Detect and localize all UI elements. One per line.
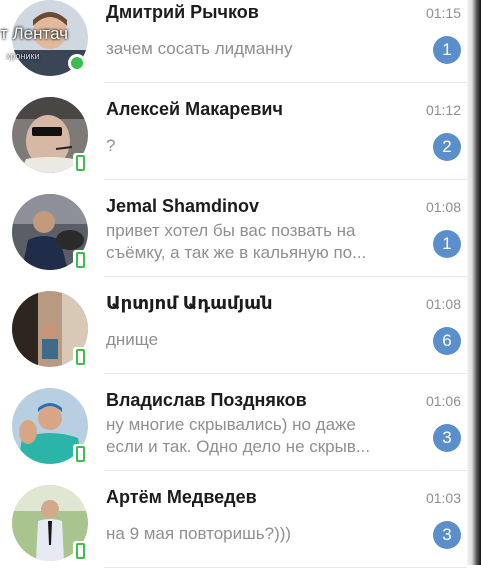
avatar [12, 194, 88, 270]
chat-time: 01:06 [425, 393, 461, 409]
chat-preview: ? [106, 136, 116, 155]
chat-time: 01:08 [425, 199, 461, 215]
chat-list: Дмитрий Рычков 01:15 зачем сосать лидман… [0, 0, 467, 568]
chat-preview-line: ну многие скрывались) но даже [106, 415, 356, 434]
chat-name: Алексей Макаревич [106, 99, 283, 119]
unread-badge: 3 [433, 521, 461, 549]
chat-time: 01:08 [425, 296, 461, 312]
chat-preview: днище [106, 330, 159, 349]
chat-preview: привет хотел бы вас позвать на съёмку, а… [106, 220, 414, 264]
mobile-status-icon [73, 541, 87, 560]
mobile-status-icon [73, 444, 87, 463]
unread-badge: 2 [433, 133, 461, 161]
chat-preview: ну многие скрывались) но даже если и так… [106, 414, 414, 458]
chat-row[interactable]: Jemal Shamdinov 01:08 привет хотел бы ва… [0, 180, 467, 277]
chat-name: Владислав Поздняков [106, 390, 307, 410]
right-edge-shadow [467, 0, 481, 565]
avatar [12, 291, 88, 367]
avatar [12, 97, 88, 173]
mobile-status-icon [73, 347, 87, 366]
chat-time: 01:12 [425, 102, 461, 118]
unread-badge: 1 [433, 230, 461, 258]
unread-badge: 6 [433, 327, 461, 355]
chat-row[interactable]: Алексей Макаревич 01:12 ? 2 [0, 83, 467, 180]
chat-name: Արտյոմ Ադամյան [106, 293, 273, 313]
chat-name: Дмитрий Рычков [106, 2, 259, 22]
chat-row[interactable]: Артём Медведев 01:03 на 9 мая повторишь?… [0, 471, 467, 568]
chat-preview: зачем сосать лидманну [106, 39, 293, 58]
online-status-icon [68, 54, 86, 72]
avatar [12, 388, 88, 464]
mobile-status-icon [73, 153, 87, 172]
chat-preview-line: если и так. Одно дело не скрыв... [106, 437, 371, 456]
chat-time: 01:15 [425, 5, 461, 21]
chat-name: Артём Медведев [106, 487, 257, 507]
chat-row[interactable]: Дмитрий Рычков 01:15 зачем сосать лидман… [0, 0, 467, 83]
watermark: т Лентач [0, 24, 69, 43]
chat-preview-line: съёмку, а так же в кальяную по... [106, 243, 367, 262]
unread-badge: 3 [433, 424, 461, 452]
chat-row[interactable]: Արտյոմ Ադամյան 01:08 днище 6 [0, 277, 467, 374]
chat-name: Jemal Shamdinov [106, 196, 260, 216]
unread-badge: 1 [433, 36, 461, 64]
chat-row[interactable]: Владислав Поздняков 01:06 ну многие скры… [0, 374, 467, 471]
avatar [12, 485, 88, 561]
mobile-status-icon [73, 250, 87, 269]
chat-time: 01:03 [425, 490, 461, 506]
chat-preview-line: привет хотел бы вас позвать на [106, 221, 356, 240]
watermark-subtitle: хроники [6, 51, 40, 61]
chat-preview: на 9 мая повторишь?))) [106, 524, 292, 543]
